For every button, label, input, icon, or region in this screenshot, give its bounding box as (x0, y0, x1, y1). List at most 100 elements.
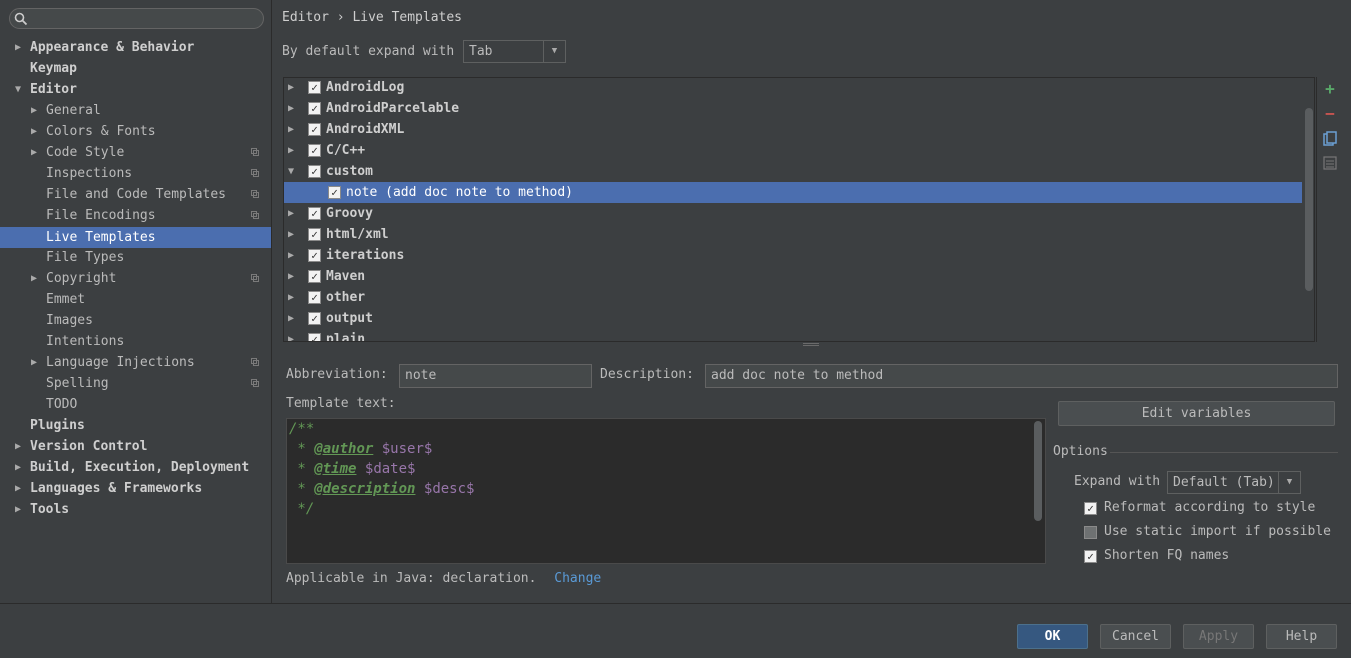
help-button[interactable]: Help (1266, 624, 1337, 649)
sidebar-item-intentions[interactable]: Intentions (0, 331, 271, 352)
editor-scrollbar[interactable] (1034, 421, 1042, 521)
tree-group-groovy[interactable]: ▶ ✓ Groovy (284, 203, 1302, 224)
tree-group-maven[interactable]: ▶ ✓ Maven (284, 266, 1302, 287)
sidebar-item-general[interactable]: ▶ General (0, 100, 271, 121)
template-checkbox[interactable]: ✓ (328, 186, 341, 199)
search-input[interactable] (9, 8, 264, 29)
remove-icon[interactable]: − (1322, 106, 1338, 122)
sidebar-item-live-templates[interactable]: Live Templates (0, 227, 271, 248)
template-text-editor[interactable]: /** * @author $user$ * @time $date$ * @d… (286, 418, 1046, 564)
sidebar-item-version-control[interactable]: ▶ Version Control (0, 436, 271, 457)
collapse-arrow-icon[interactable]: ▼ (15, 79, 25, 100)
expand-arrow-icon[interactable]: ▶ (15, 478, 25, 499)
group-checkbox[interactable]: ✓ (308, 291, 321, 304)
expand-arrow-icon[interactable]: ▶ (31, 100, 41, 121)
expand-arrow-icon[interactable]: ▶ (288, 287, 298, 308)
shorten-fq-label[interactable]: Shorten FQ names (1104, 546, 1229, 566)
sidebar-item-copyright[interactable]: ▶ Copyright (0, 268, 271, 289)
group-checkbox[interactable]: ✓ (308, 312, 321, 325)
expand-with-select[interactable]: Default (Tab) ▼ (1167, 471, 1301, 494)
sidebar-item-emmet[interactable]: Emmet (0, 289, 271, 310)
sidebar-item-todo[interactable]: TODO (0, 394, 271, 415)
splitter-handle[interactable] (803, 343, 819, 347)
cancel-button[interactable]: Cancel (1100, 624, 1171, 649)
sidebar-item-code-style[interactable]: ▶ Code Style (0, 142, 271, 163)
collapse-arrow-icon[interactable]: ▼ (288, 161, 298, 182)
expand-arrow-icon[interactable]: ▶ (288, 308, 298, 329)
sidebar-item-file-types[interactable]: File Types (0, 247, 271, 268)
expand-arrow-icon[interactable]: ▶ (31, 121, 41, 142)
sidebar-item-colors-fonts[interactable]: ▶ Colors & Fonts (0, 121, 271, 142)
copy-icon[interactable] (1322, 131, 1338, 147)
tree-group-androidlog[interactable]: ▶ ✓ AndroidLog (284, 78, 1302, 98)
sidebar-item-tools[interactable]: ▶ Tools (0, 499, 271, 520)
sidebar-item-languages-frameworks[interactable]: ▶ Languages & Frameworks (0, 478, 271, 499)
group-checkbox[interactable]: ✓ (308, 144, 321, 157)
static-import-label[interactable]: Use static import if possible (1104, 522, 1331, 542)
shorten-fq-checkbox[interactable]: ✓ (1084, 550, 1097, 563)
restore-icon[interactable] (1322, 156, 1338, 172)
group-checkbox[interactable]: ✓ (308, 102, 321, 115)
sidebar-item-file-encodings[interactable]: File Encodings (0, 205, 271, 226)
sidebar-item-appearance-behavior[interactable]: ▶ Appearance & Behavior (0, 37, 271, 58)
tree-group-plain[interactable]: ▶ ✓ plain (284, 329, 1302, 341)
tree-group-androidxml[interactable]: ▶ ✓ AndroidXML (284, 119, 1302, 140)
group-checkbox[interactable]: ✓ (308, 207, 321, 220)
expand-arrow-icon[interactable]: ▶ (288, 329, 298, 341)
description-field[interactable]: add doc note to method (705, 364, 1338, 388)
sidebar-item-spelling[interactable]: Spelling (0, 373, 271, 394)
expand-arrow-icon[interactable]: ▶ (15, 436, 25, 457)
chevron-down-icon[interactable]: ▼ (543, 41, 565, 62)
tree-group-output[interactable]: ▶ ✓ output (284, 308, 1302, 329)
expand-arrow-icon[interactable]: ▶ (288, 98, 298, 119)
group-checkbox[interactable]: ✓ (308, 165, 321, 178)
add-icon[interactable]: + (1322, 81, 1338, 97)
sidebar-item-plugins[interactable]: Plugins (0, 415, 271, 436)
static-import-checkbox[interactable] (1084, 526, 1097, 539)
sidebar-item-build-execution-deployment[interactable]: ▶ Build, Execution, Deployment (0, 457, 271, 478)
expand-arrow-icon[interactable]: ▶ (15, 499, 25, 520)
tree-scrollbar[interactable] (1305, 108, 1313, 291)
sidebar-item-file-code-templates[interactable]: File and Code Templates (0, 184, 271, 205)
change-context-link[interactable]: Change (554, 571, 601, 586)
group-checkbox[interactable]: ✓ (308, 270, 321, 283)
group-checkbox[interactable]: ✓ (308, 249, 321, 262)
sidebar-item-editor[interactable]: ▼ Editor (0, 79, 271, 100)
tree-group-custom[interactable]: ▼ ✓ custom (284, 161, 1302, 182)
reformat-checkbox[interactable]: ✓ (1084, 502, 1097, 515)
abbreviation-field[interactable]: note (399, 364, 592, 388)
group-checkbox[interactable]: ✓ (308, 123, 321, 136)
tree-group-androidparcelable[interactable]: ▶ ✓ AndroidParcelable (284, 98, 1302, 119)
expand-arrow-icon[interactable]: ▶ (15, 37, 25, 58)
ok-button[interactable]: OK (1017, 624, 1088, 649)
expand-arrow-icon[interactable]: ▶ (15, 457, 25, 478)
expand-arrow-icon[interactable]: ▶ (288, 78, 298, 98)
sidebar-item-inspections[interactable]: Inspections (0, 163, 271, 184)
tree-group-html-xml[interactable]: ▶ ✓ html/xml (284, 224, 1302, 245)
expand-arrow-icon[interactable]: ▶ (31, 352, 41, 373)
sidebar-item-keymap[interactable]: Keymap (0, 58, 271, 79)
tree-group-cpp[interactable]: ▶ ✓ C/C++ (284, 140, 1302, 161)
sidebar-item-images[interactable]: Images (0, 310, 271, 331)
default-expand-select[interactable]: Tab ▼ (463, 40, 566, 63)
edit-variables-button[interactable]: Edit variables (1058, 401, 1335, 426)
expand-arrow-icon[interactable]: ▶ (288, 203, 298, 224)
expand-arrow-icon[interactable]: ▶ (288, 119, 298, 140)
group-checkbox[interactable]: ✓ (308, 228, 321, 241)
reformat-label[interactable]: Reformat according to style (1104, 498, 1315, 518)
expand-arrow-icon[interactable]: ▶ (288, 140, 298, 161)
chevron-down-icon[interactable]: ▼ (1278, 472, 1300, 493)
tree-group-iterations[interactable]: ▶ ✓ iterations (284, 245, 1302, 266)
expand-arrow-icon[interactable]: ▶ (288, 224, 298, 245)
expand-arrow-icon[interactable]: ▶ (288, 266, 298, 287)
group-checkbox[interactable]: ✓ (308, 81, 321, 94)
templates-tree[interactable]: ▶ ✓ AndroidLog ▶ ✓ AndroidParcelable ▶ ✓… (283, 77, 1315, 342)
group-checkbox[interactable]: ✓ (308, 333, 321, 341)
apply-button[interactable]: Apply (1183, 624, 1254, 649)
expand-arrow-icon[interactable]: ▶ (288, 245, 298, 266)
expand-arrow-icon[interactable]: ▶ (31, 268, 41, 289)
tree-template-note[interactable]: ✓ note (add doc note to method) (284, 182, 1302, 203)
tree-group-other[interactable]: ▶ ✓ other (284, 287, 1302, 308)
sidebar-item-language-injections[interactable]: ▶ Language Injections (0, 352, 271, 373)
expand-arrow-icon[interactable]: ▶ (31, 142, 41, 163)
